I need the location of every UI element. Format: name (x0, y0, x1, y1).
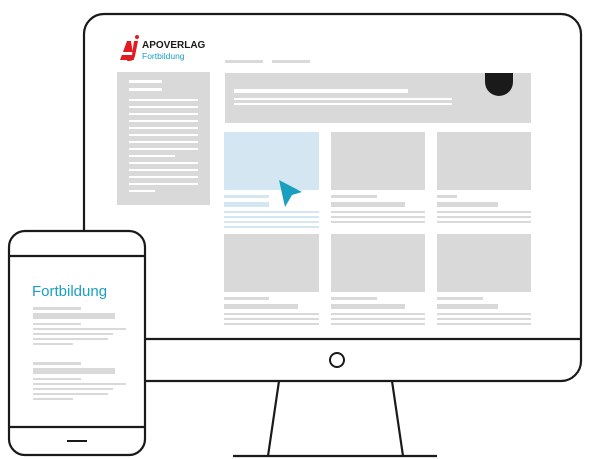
power-button-icon (329, 352, 345, 368)
phone-title: Fortbildung (32, 283, 107, 300)
nav-item-placeholder[interactable] (225, 60, 263, 63)
monitor-stand-left (266, 380, 281, 457)
brand-subtitle: Fortbildung (142, 51, 185, 61)
smartphone: Fortbildung (7, 229, 147, 457)
monitor-stand-right (390, 380, 405, 457)
hero-banner (225, 73, 531, 123)
devices-illustration: APOVERLAG Fortbildung Fortbildung (7, 12, 583, 458)
illustration: APOVERLAG Fortbildung Fortbildung (0, 0, 590, 459)
nav-item-placeholder[interactable] (272, 60, 310, 63)
sidebar-panel (117, 72, 210, 205)
phone-frame (7, 229, 147, 457)
brand-name: APOVERLAG (142, 40, 206, 51)
